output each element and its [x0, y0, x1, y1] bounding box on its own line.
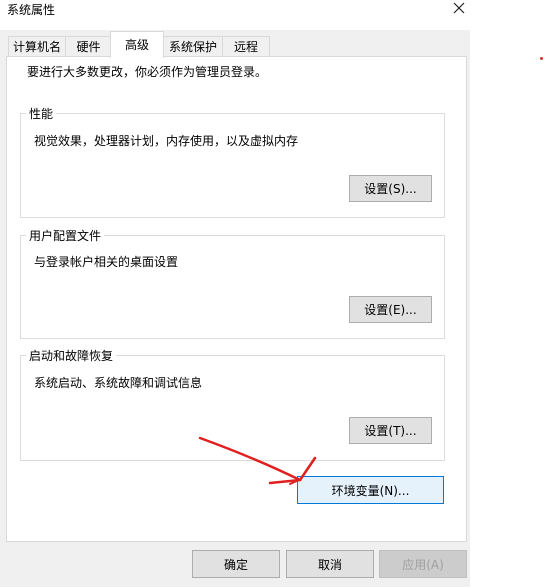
performance-settings-button[interactable]: 设置(S)... — [349, 175, 432, 202]
advanced-tab-panel: 要进行大多数更改，你必须作为管理员登录。 性能 视觉效果，处理器计划，内存使用，… — [6, 56, 467, 542]
user-profiles-description: 与登录帐户相关的桌面设置 — [34, 255, 179, 269]
tab-computer-name[interactable]: 计算机名 — [8, 36, 66, 57]
ok-button[interactable]: 确定 — [192, 550, 280, 578]
performance-description: 视觉效果，处理器计划，内存使用，以及虚拟内存 — [34, 134, 299, 148]
apply-button[interactable]: 应用(A) — [379, 550, 467, 578]
environment-variables-button[interactable]: 环境变量(N)... — [297, 476, 444, 504]
user-profiles-group: 用户配置文件 与登录帐户相关的桌面设置 设置(E)... — [20, 227, 445, 339]
startup-recovery-description: 系统启动、系统故障和调试信息 — [34, 376, 203, 390]
user-profiles-settings-button[interactable]: 设置(E)... — [349, 296, 432, 323]
performance-group-title: 性能 — [26, 105, 57, 122]
close-icon — [453, 2, 465, 14]
startup-recovery-settings-button[interactable]: 设置(T)... — [349, 417, 432, 444]
startup-recovery-group-title: 启动和故障恢复 — [26, 347, 117, 364]
user-profiles-group-title: 用户配置文件 — [26, 227, 105, 244]
tab-system-protection[interactable]: 系统保护 — [163, 36, 223, 57]
cancel-button[interactable]: 取消 — [286, 550, 374, 578]
annotation-dot — [540, 57, 543, 60]
admin-notice: 要进行大多数更改，你必须作为管理员登录。 — [27, 65, 268, 79]
window-title: 系统属性 — [7, 3, 56, 17]
tab-remote[interactable]: 远程 — [222, 36, 270, 57]
tab-hardware[interactable]: 硬件 — [65, 36, 112, 57]
close-button[interactable] — [448, 0, 470, 22]
tab-advanced[interactable]: 高级 — [110, 31, 164, 58]
title-bar: 系统属性 — [0, 0, 470, 30]
startup-recovery-group: 启动和故障恢复 系统启动、系统故障和调试信息 设置(T)... — [20, 347, 445, 461]
system-properties-window: 系统属性 计算机名 硬件 高级 系统保护 远程 要进行大多数更改，你必须作为管理… — [0, 0, 470, 587]
performance-group: 性能 视觉效果，处理器计划，内存使用，以及虚拟内存 设置(S)... — [20, 105, 445, 218]
